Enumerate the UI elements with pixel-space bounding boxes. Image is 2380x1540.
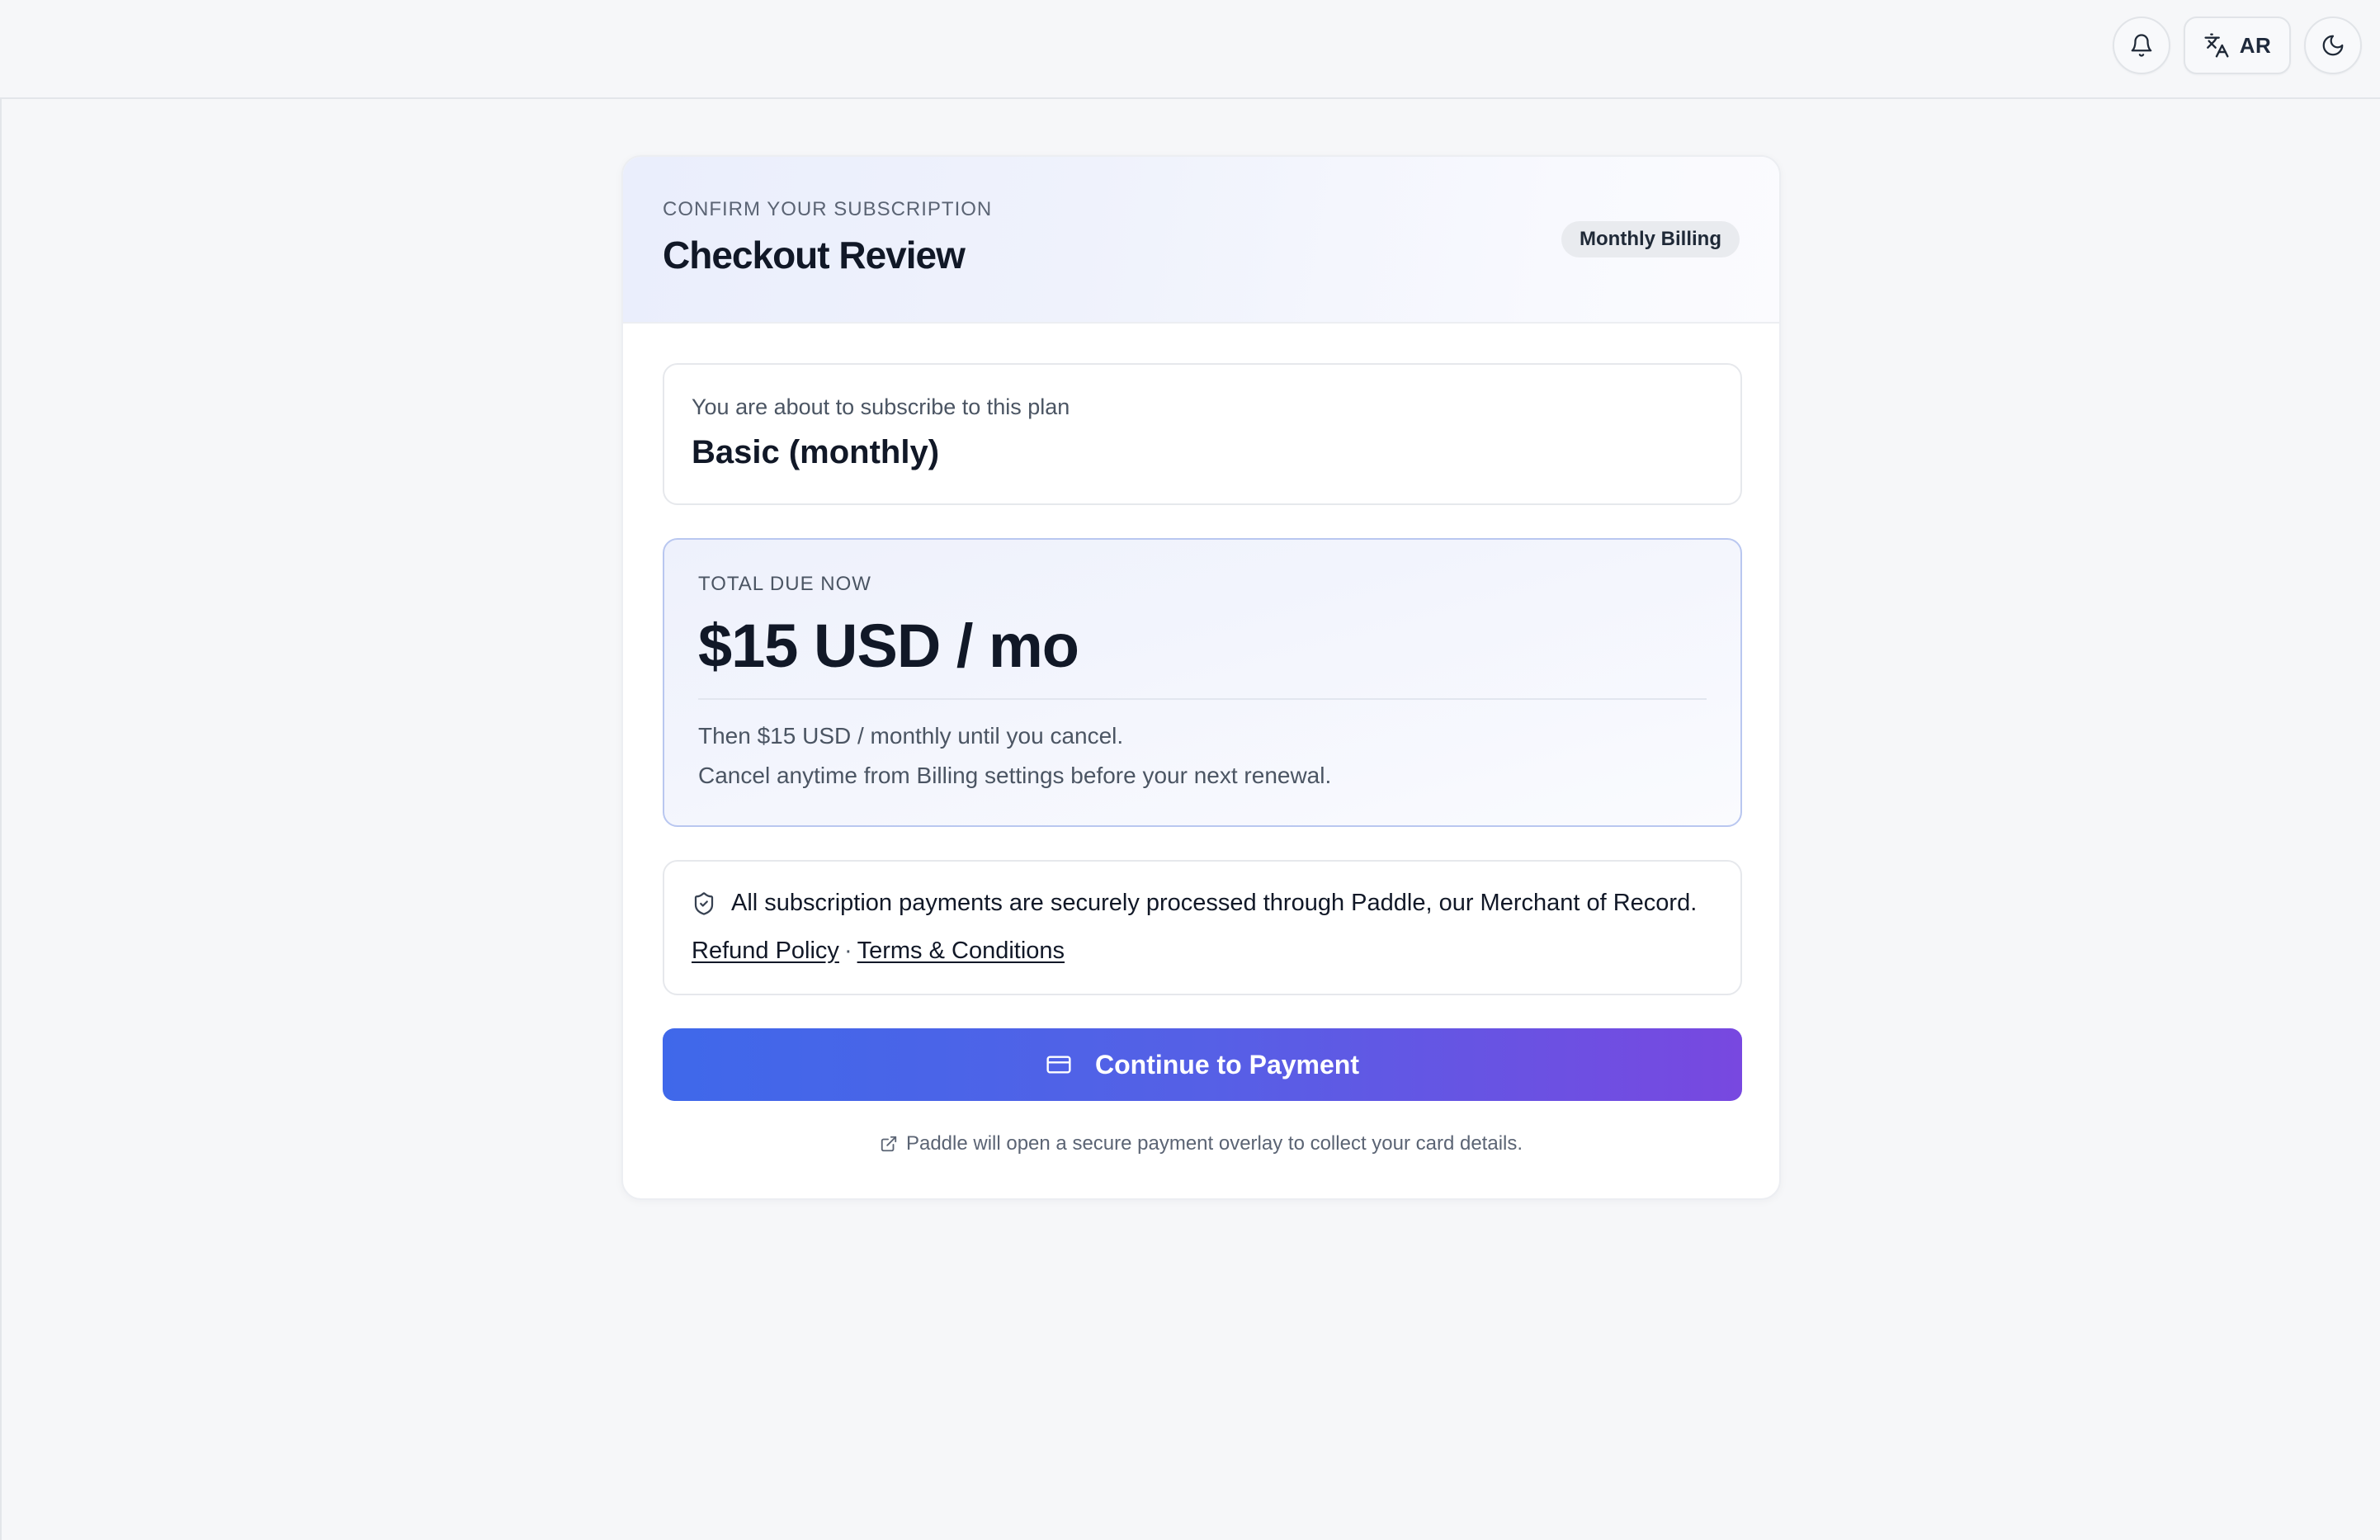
- theme-toggle-button[interactable]: [2304, 17, 2362, 74]
- link-separator: ·: [843, 938, 852, 964]
- checkout-card: CONFIRM YOUR SUBSCRIPTION Checkout Revie…: [621, 155, 1781, 1200]
- plan-name: Basic (monthly): [692, 434, 940, 470]
- continue-to-payment-label: Continue to Payment: [1094, 1049, 1359, 1079]
- checkout-eyebrow: CONFIRM YOUR SUBSCRIPTION: [663, 198, 993, 220]
- recurring-note: Then $15 USD / monthly until you cancel.: [698, 723, 1124, 749]
- total-label: TOTAL DUE NOW: [698, 573, 871, 595]
- page-title: Checkout Review: [663, 234, 966, 276]
- bell-icon: [2131, 34, 2152, 57]
- terms-link[interactable]: Terms & Conditions: [857, 938, 1065, 964]
- left-edge-divider: [0, 0, 2, 1540]
- translate-icon: [2204, 33, 2229, 58]
- credit-card-icon: [1046, 1056, 1071, 1074]
- top-bar: AR: [0, 0, 2380, 99]
- cancel-note: Cancel anytime from Billing settings bef…: [698, 763, 1332, 788]
- total-due-panel: TOTAL DUE NOW $15 USD / mo Then $15 USD …: [663, 538, 1742, 827]
- refund-policy-link[interactable]: Refund Policy: [692, 938, 839, 964]
- plan-summary: You are about to subscribe to this plan …: [663, 363, 1742, 505]
- payment-overlay-note: Paddle will open a secure payment overla…: [623, 1132, 1779, 1155]
- checkout-header: CONFIRM YOUR SUBSCRIPTION Checkout Revie…: [623, 157, 1779, 324]
- billing-badge: Monthly Billing: [1561, 221, 1740, 257]
- continue-to-payment-button[interactable]: Continue to Payment: [663, 1028, 1742, 1101]
- policy-links: Refund Policy · Terms & Conditions: [692, 938, 1065, 965]
- secure-notice-text: All subscription payments are securely p…: [731, 890, 1698, 916]
- notifications-button[interactable]: [2113, 17, 2170, 74]
- payment-overlay-note-text: Paddle will open a secure payment overla…: [905, 1132, 1523, 1155]
- total-amount: $15 USD / mo: [698, 612, 1079, 680]
- shield-check-icon: [694, 891, 714, 915]
- moon-icon: [2322, 35, 2344, 56]
- external-link-icon: [881, 1136, 897, 1152]
- secure-notice-row: All subscription payments are securely p…: [692, 890, 1697, 917]
- plan-label: You are about to subscribe to this plan: [692, 394, 1070, 419]
- language-label: AR: [2239, 32, 2272, 58]
- total-divider: [698, 698, 1707, 700]
- secure-payment-notice: All subscription payments are securely p…: [663, 860, 1742, 995]
- top-actions: AR: [2113, 17, 2362, 74]
- language-switcher-button[interactable]: AR: [2184, 17, 2291, 74]
